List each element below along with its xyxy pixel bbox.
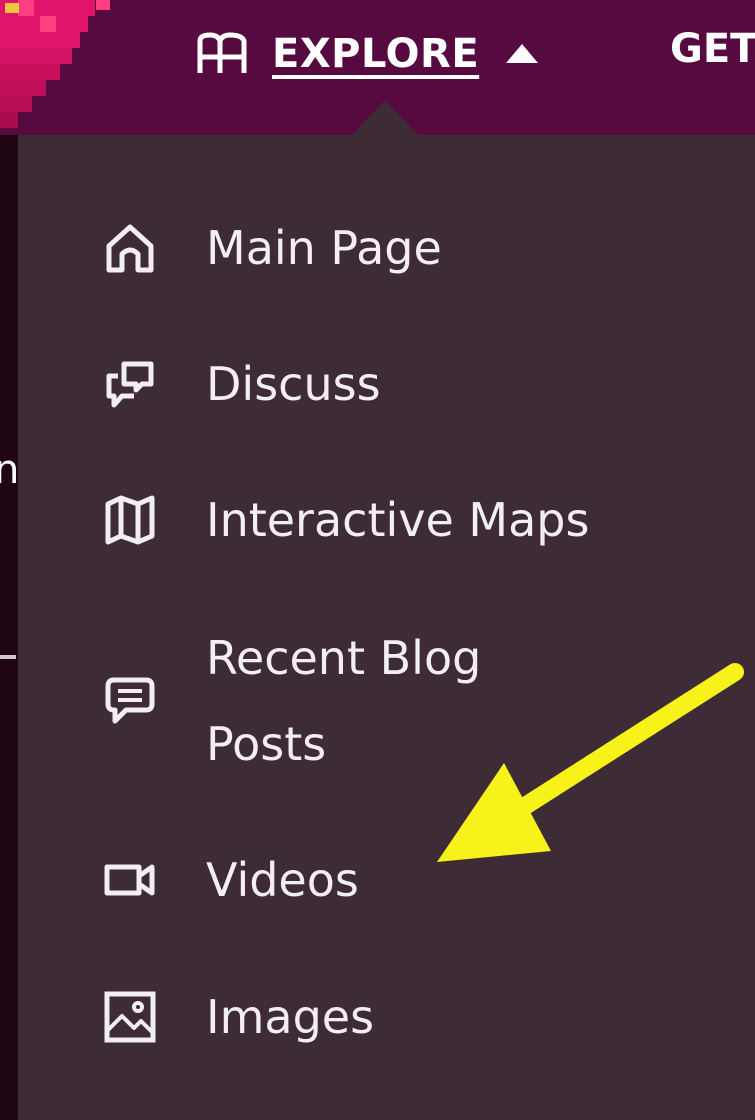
home-icon — [106, 224, 154, 273]
image-icon — [104, 991, 156, 1043]
menu-item-discuss[interactable]: Discuss — [104, 341, 381, 427]
site-logo[interactable] — [0, 0, 130, 135]
edge-divider — [0, 655, 16, 659]
menu-item-images[interactable]: Images — [104, 974, 374, 1060]
dropdown-pointer — [351, 100, 419, 136]
menu-item-label: Videos — [206, 853, 359, 907]
explore-dropdown-menu: Main Page Discuss Interactive Maps Recen… — [18, 135, 755, 1120]
explore-nav-button[interactable]: EXPLORE — [196, 24, 539, 84]
menu-item-label: Recent Blog Posts — [206, 631, 482, 771]
menu-item-label: Discuss — [206, 357, 381, 411]
map-icon — [105, 495, 155, 545]
menu-item-recent-blog-posts[interactable]: Recent Blog Posts — [104, 615, 586, 787]
edge-text-fragment: n — [0, 447, 20, 493]
chevron-up-icon — [506, 44, 539, 63]
pixel-heart-logo-icon — [0, 0, 130, 135]
menu-item-label: Main Page — [206, 221, 442, 275]
menu-item-interactive-maps[interactable]: Interactive Maps — [104, 477, 589, 563]
discuss-icon — [106, 361, 154, 408]
page-background-edge: n — [0, 135, 20, 1120]
video-camera-icon — [104, 864, 155, 896]
explore-nav-label: EXPLORE — [272, 31, 480, 77]
menu-item-main-page[interactable]: Main Page — [104, 205, 442, 291]
blog-comment-icon — [105, 677, 155, 724]
get-nav-button[interactable]: GET — [670, 26, 755, 72]
menu-item-label: Images — [206, 990, 375, 1044]
menu-item-label: Interactive Maps — [206, 493, 590, 547]
menu-item-videos[interactable]: Videos — [104, 837, 359, 923]
explore-compass-icon — [197, 32, 247, 73]
